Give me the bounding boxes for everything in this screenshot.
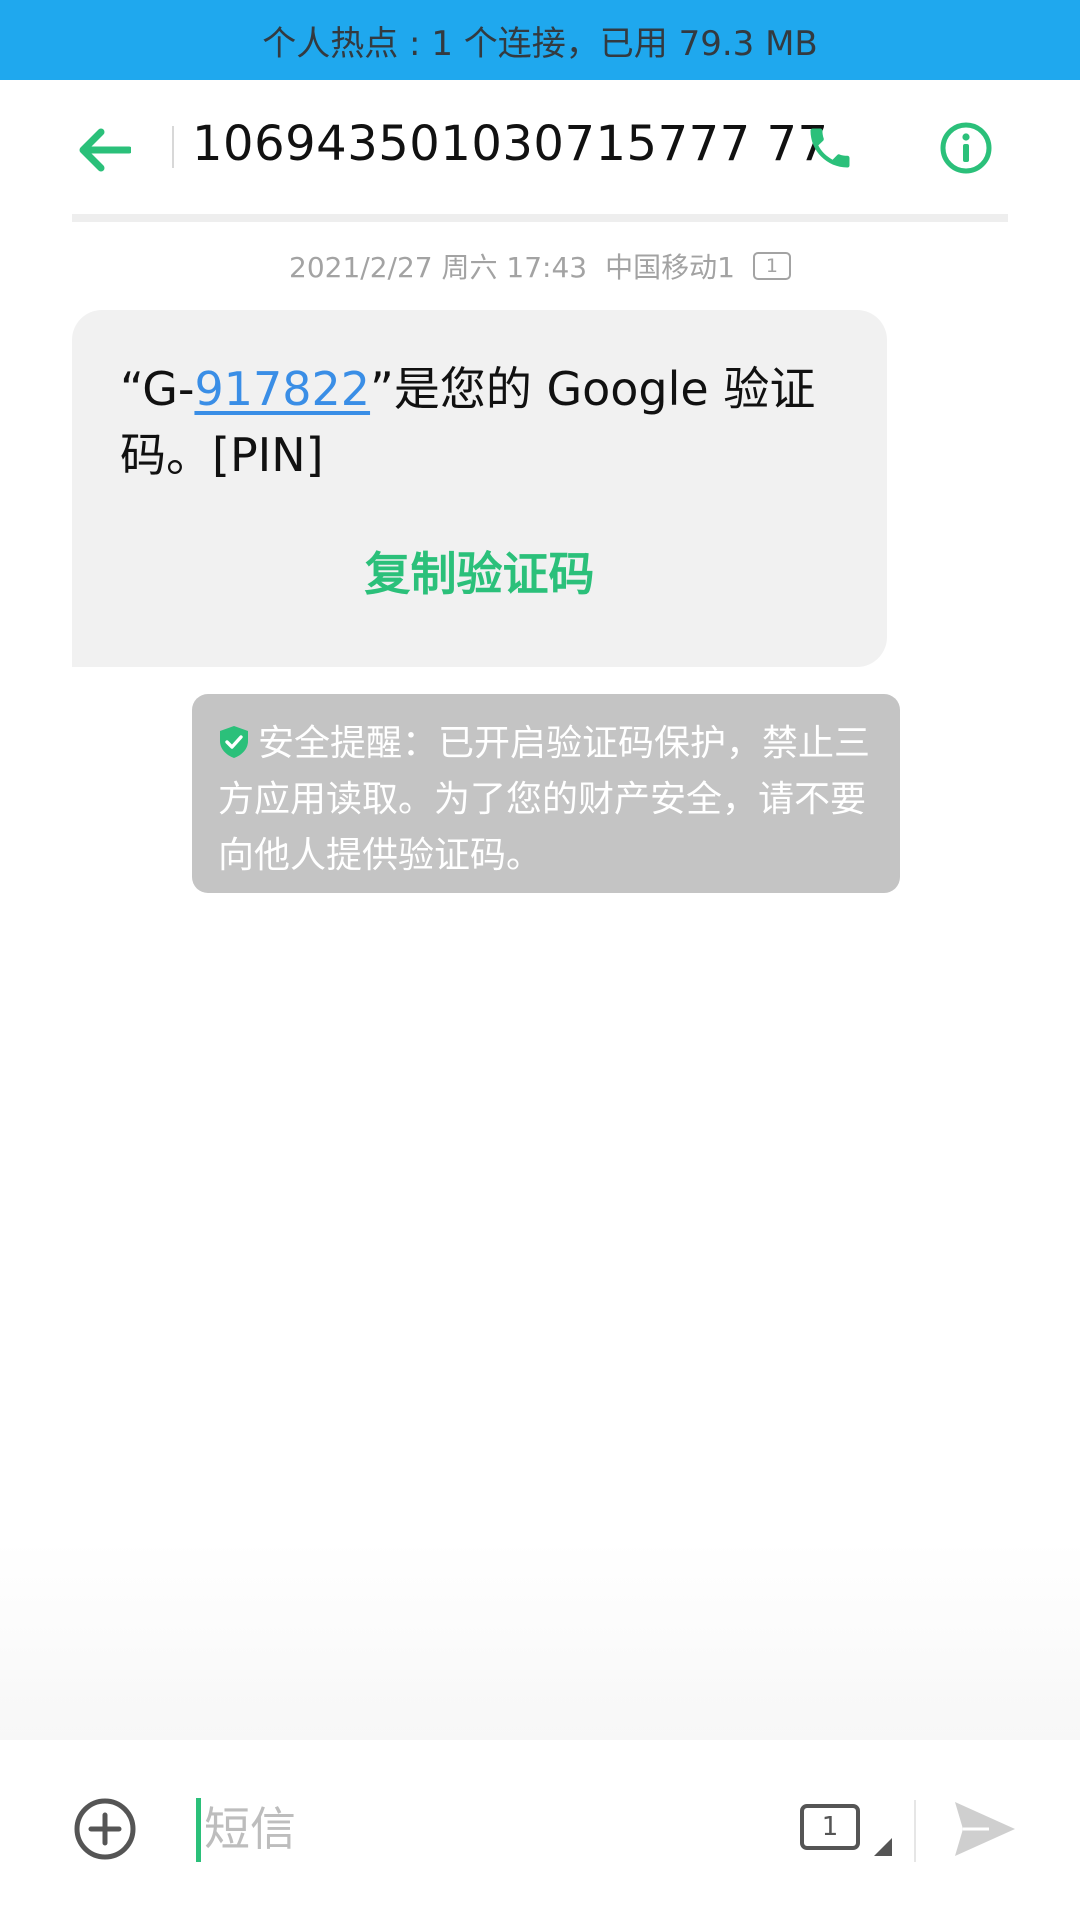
header-divider bbox=[172, 126, 174, 168]
dropdown-corner-icon bbox=[874, 1838, 892, 1856]
verification-code-link[interactable]: 917822 bbox=[194, 362, 370, 416]
add-attachment-button[interactable] bbox=[72, 1796, 138, 1862]
security-notice: 安全提醒：已开启验证码保护，禁止三方应用读取。为了您的财产安全，请不要向他人提供… bbox=[192, 694, 900, 893]
arrow-left-icon bbox=[79, 128, 131, 172]
sender-number: 106943501030715777 77 bbox=[192, 116, 829, 172]
message-meta: 2021/2/27 周六 17:43 中国移动1 1 bbox=[0, 246, 1080, 286]
info-button[interactable] bbox=[934, 116, 998, 180]
sim-card-icon: 1 bbox=[752, 252, 791, 280]
messages-screen: 个人热点 : 1 个连接，已用 79.3 MB 1069435010307157… bbox=[0, 0, 1080, 1920]
message-bubble[interactable]: “G-917822”是您的 Google 验证码。[PIN] 复制验证码 bbox=[72, 310, 887, 667]
conversation-header: 106943501030715777 77 bbox=[0, 80, 1080, 222]
copy-code-button[interactable]: 复制验证码 bbox=[72, 538, 887, 604]
message-prefix: “G- bbox=[120, 362, 195, 416]
hotspot-status-bar[interactable]: 个人热点 : 1 个连接，已用 79.3 MB bbox=[0, 0, 1080, 80]
back-button[interactable] bbox=[72, 118, 136, 182]
sim-selector-number: 1 bbox=[821, 1812, 839, 1842]
text-cursor bbox=[196, 1798, 201, 1862]
hotspot-status-text: 个人热点 : 1 个连接，已用 79.3 MB bbox=[262, 23, 818, 64]
security-notice-text: 安全提醒：已开启验证码保护，禁止三方应用读取。为了您的财产安全，请不要向他人提供… bbox=[218, 723, 871, 876]
sim-card-icon: 1 bbox=[800, 1804, 860, 1850]
info-icon bbox=[940, 122, 992, 174]
message-carrier: 中国移动1 bbox=[605, 251, 735, 284]
sms-text-input[interactable] bbox=[196, 1794, 764, 1864]
composer-divider bbox=[914, 1800, 916, 1862]
shield-check-icon bbox=[220, 726, 248, 758]
phone-icon bbox=[810, 128, 850, 168]
message-datetime: 2021/2/27 周六 17:43 bbox=[289, 251, 588, 284]
sim-selector[interactable]: 1 bbox=[800, 1804, 896, 1860]
message-composer: 1 bbox=[0, 1740, 1080, 1920]
header-rule bbox=[72, 214, 1008, 222]
composer-fade bbox=[0, 1540, 1080, 1740]
call-button[interactable] bbox=[798, 116, 862, 180]
send-button[interactable] bbox=[950, 1794, 1020, 1864]
plus-circle-icon bbox=[74, 1798, 136, 1860]
message-text: “G-917822”是您的 Google 验证码。[PIN] bbox=[120, 356, 850, 488]
sim-number: 1 bbox=[765, 255, 778, 277]
send-icon bbox=[955, 1802, 1015, 1856]
